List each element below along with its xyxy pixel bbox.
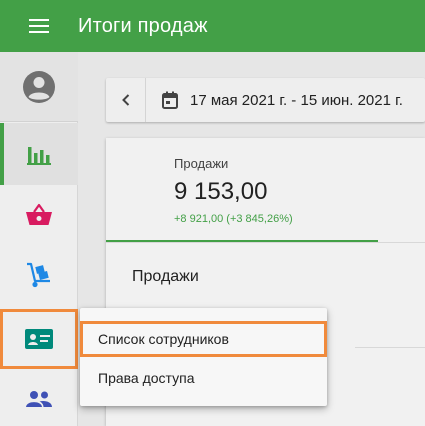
menu-button[interactable] <box>0 0 78 52</box>
metric-tab-sales[interactable]: Продажи 9 153,00 +8 921,00 (+3 845,26%) <box>106 138 378 242</box>
divider <box>355 347 425 348</box>
sidebar-item-customers[interactable] <box>0 372 78 426</box>
divider <box>106 242 425 243</box>
date-range-picker[interactable]: 17 мая 2021 г. - 15 июн. 2021 г. <box>146 91 403 109</box>
metric-delta: +8 921,00 (+3 845,26%) <box>174 213 293 225</box>
date-range-bar: 17 мая 2021 г. - 15 июн. 2021 г. <box>106 78 425 122</box>
previous-period-button[interactable] <box>106 78 146 122</box>
metric-value: 9 153,00 <box>174 178 268 205</box>
section-title: Продажи <box>132 268 199 285</box>
hand-truck-icon <box>27 262 50 288</box>
menu-item-employee-list[interactable]: Список сотрудников <box>80 321 327 357</box>
account-circle-icon <box>23 70 55 103</box>
sidebar <box>0 52 78 426</box>
hamburger-menu-icon <box>29 19 49 33</box>
bar-chart-icon <box>27 147 51 165</box>
basket-icon <box>26 203 52 225</box>
app-bar: Итоги продаж <box>0 0 425 52</box>
employees-popup-menu: Список сотрудников Права доступа <box>80 308 327 406</box>
sidebar-item-sales[interactable] <box>0 185 78 245</box>
metric-label: Продажи <box>174 156 229 171</box>
badge-icon <box>25 329 53 349</box>
chevron-left-icon <box>121 94 129 106</box>
sidebar-item-analytics[interactable] <box>0 123 78 185</box>
people-icon <box>26 391 52 407</box>
sidebar-item-inventory[interactable] <box>0 245 78 305</box>
sidebar-item-employees[interactable] <box>0 309 78 369</box>
date-range-text: 17 мая 2021 г. - 15 июн. 2021 г. <box>190 91 403 109</box>
calendar-icon <box>162 91 178 109</box>
sidebar-item-profile[interactable] <box>0 52 78 122</box>
page-title: Итоги продаж <box>78 14 208 37</box>
menu-item-access-rights[interactable]: Права доступа <box>80 360 327 396</box>
